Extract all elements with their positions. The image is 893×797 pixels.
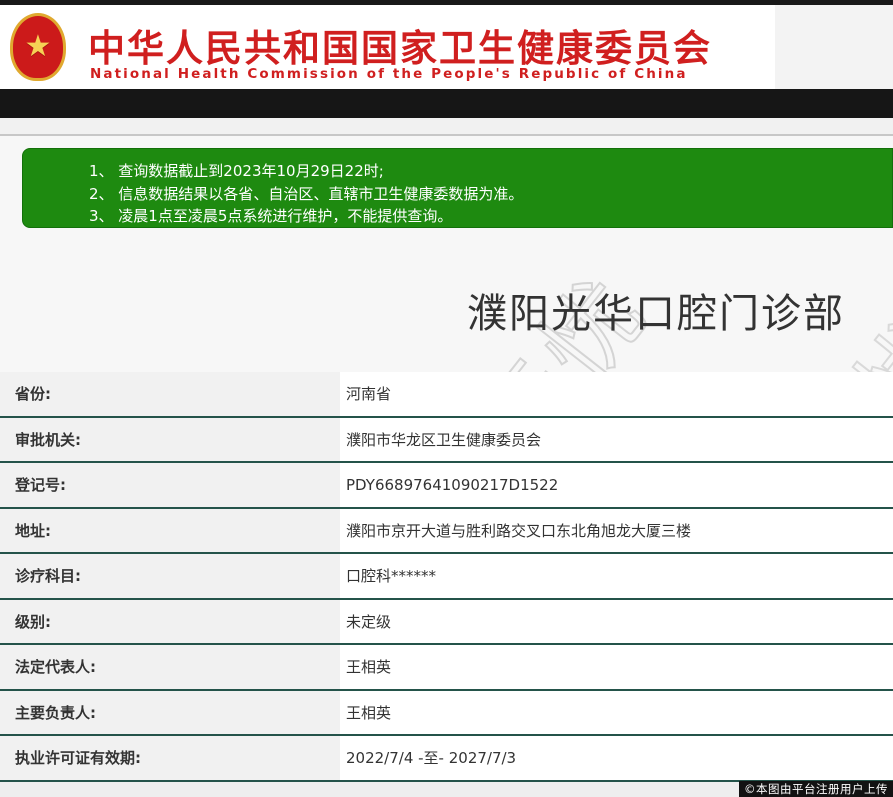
- copyright-badge: ©本图由平台注册用户上传: [739, 781, 893, 797]
- table-row: 地址: 濮阳市京开大道与胜利路交叉口东北角旭龙大厦三楼: [0, 508, 893, 554]
- table-row: 级别: 未定级: [0, 599, 893, 645]
- field-label: 法定代表人:: [0, 645, 340, 689]
- field-value: 2022/7/4 -至- 2027/7/3: [340, 736, 893, 780]
- table-row: 诊疗科目: 口腔科******: [0, 554, 893, 600]
- field-value: 濮阳市华龙区卫生健康委员会: [340, 417, 893, 461]
- field-label: 地址:: [0, 508, 340, 552]
- info-table: 省份: 河南省 审批机关: 濮阳市华龙区卫生健康委员会 登记号: PDY6689…: [0, 372, 893, 782]
- field-value: 濮阳市京开大道与胜利路交叉口东北角旭龙大厦三楼: [340, 508, 893, 552]
- field-value: 河南省: [340, 372, 893, 416]
- table-row: 审批机关: 濮阳市华龙区卫生健康委员会: [0, 417, 893, 463]
- field-label: 主要负责人:: [0, 690, 340, 734]
- notice-line-3: 3、 凌晨1点至凌晨5点系统进行维护，不能提供查询。: [89, 207, 453, 225]
- page-title: 濮阳光华口腔门诊部: [467, 291, 845, 337]
- emblem-star-icon: ★: [24, 29, 52, 64]
- site-subtitle: National Health Commission of the People…: [90, 66, 688, 82]
- notice-line-2: 2、 信息数据结果以各省、自治区、直辖市卫生健康委数据为准。: [89, 184, 524, 203]
- site-header: ★ 中华人民共和国国家卫生健康委员会 National Health Commi…: [0, 5, 775, 89]
- field-value: 未定级: [340, 599, 893, 643]
- table-row: 省份: 河南省: [0, 372, 893, 418]
- field-value: 口腔科******: [340, 554, 893, 598]
- field-label: 执业许可证有效期:: [0, 736, 340, 780]
- field-label: 登记号:: [0, 463, 340, 507]
- table-row: 登记号: PDY66897641090217D1522: [0, 463, 893, 509]
- china-national-emblem-icon: ★: [10, 13, 66, 81]
- field-value: 王相英: [340, 690, 893, 734]
- table-row: 执业许可证有效期: 2022/7/4 -至- 2027/7/3: [0, 736, 893, 782]
- field-label: 诊疗科目:: [0, 554, 340, 598]
- field-value: PDY66897641090217D1522: [340, 463, 893, 507]
- site-title: 中华人民共和国国家卫生健康委员会: [88, 27, 712, 70]
- nav-bar: [0, 89, 893, 118]
- notice-box: 1、 查询数据截止到2023年10月29日22时; 2、 信息数据结果以各省、自…: [22, 148, 893, 228]
- notice-line-1: 1、 查询数据截止到2023年10月29日22时;: [89, 162, 384, 180]
- table-row: 法定代表人: 王相英: [0, 645, 893, 691]
- field-label: 审批机关:: [0, 417, 340, 461]
- field-label: 级别:: [0, 599, 340, 643]
- field-label: 省份:: [0, 372, 340, 416]
- table-row: 主要负责人: 王相英: [0, 690, 893, 736]
- header-gap: [0, 118, 893, 134]
- field-value: 王相英: [340, 645, 893, 689]
